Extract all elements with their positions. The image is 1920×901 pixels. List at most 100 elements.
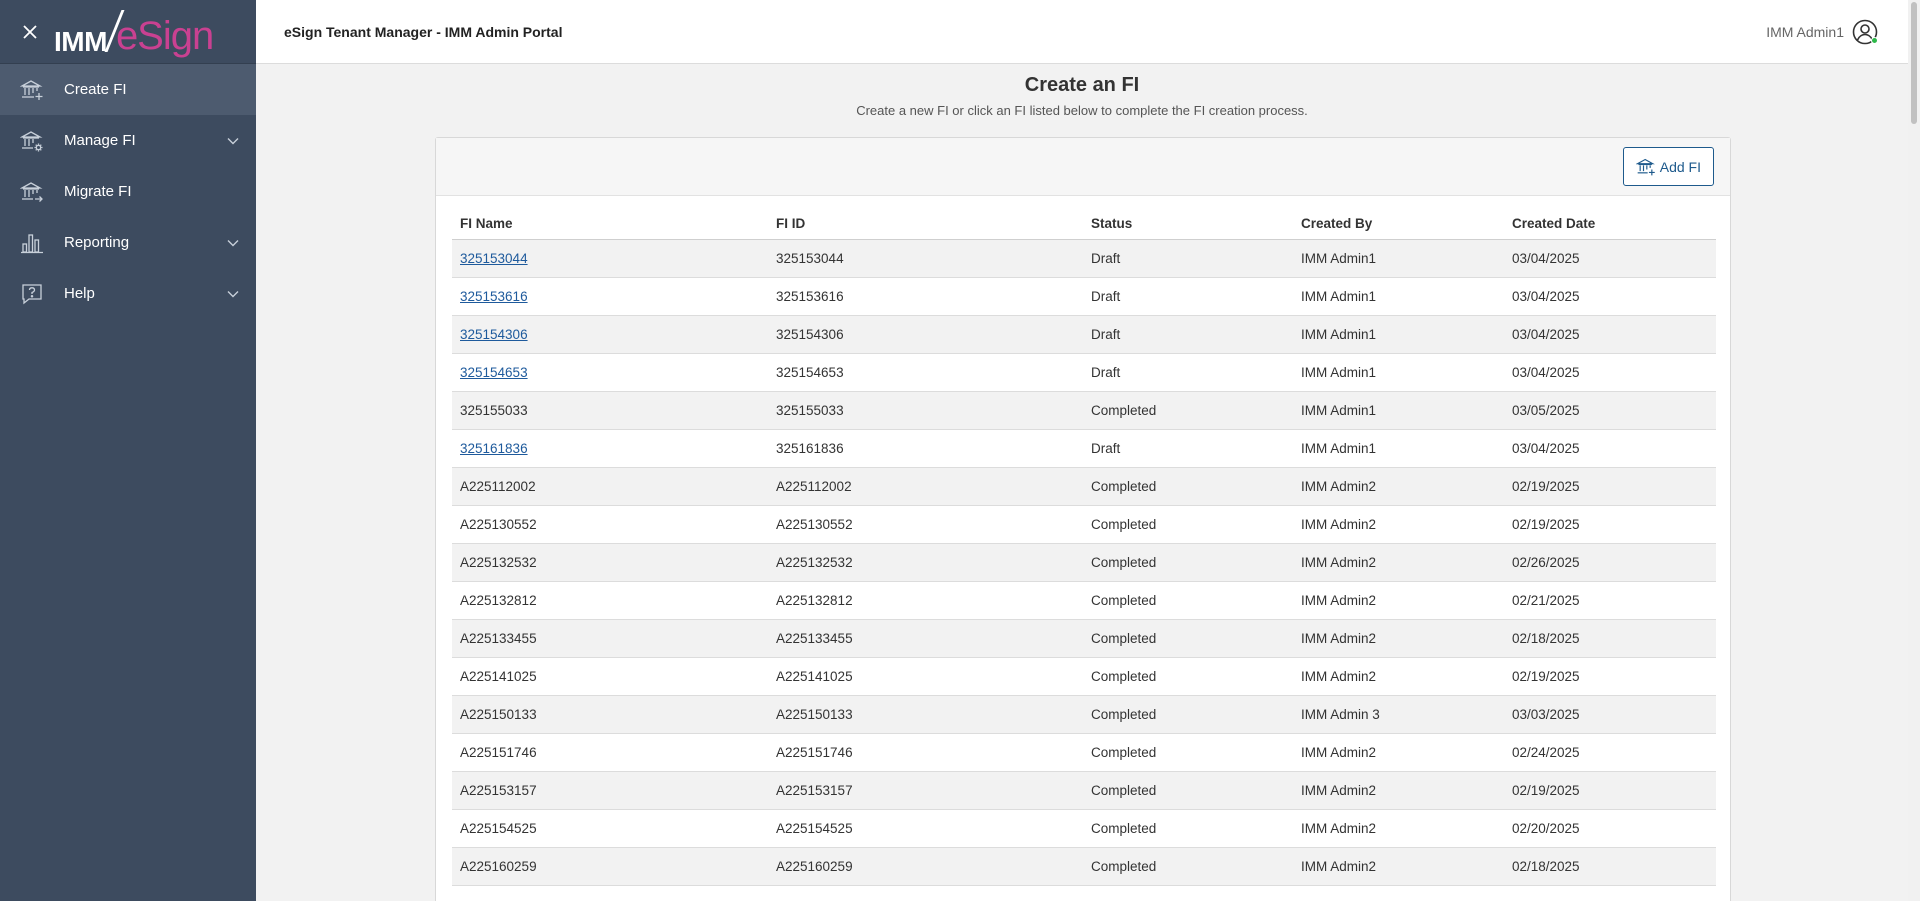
status-cell: Draft — [1083, 239, 1293, 278]
table-row[interactable]: 325161836 325161836 Draft IMM Admin1 03/04/2… — [452, 429, 1716, 468]
table-row[interactable]: 325154653 325154653 Draft IMM Admin1 03/04/2… — [452, 353, 1716, 392]
fi-id-cell: A225141025 — [768, 657, 1083, 696]
table-row: A225130552 A225130552 Completed IMM Admin2 0… — [452, 505, 1716, 544]
page-scrollbar[interactable] — [1908, 0, 1920, 901]
status-cell: Completed — [1083, 733, 1293, 772]
status-cell: Completed — [1083, 847, 1293, 886]
fi-id-cell: A225132812 — [768, 581, 1083, 620]
scrollbar-thumb[interactable] — [1911, 2, 1917, 124]
sidebar-header: IMM eSign — [0, 0, 256, 64]
created-date-cell: 03/04/2025 — [1504, 277, 1716, 316]
created-date-cell: 02/26/2025 — [1504, 543, 1716, 582]
fi-id-cell: A225130552 — [768, 505, 1083, 544]
close-icon — [23, 24, 37, 39]
fi-name-link[interactable]: 325154306 — [460, 327, 528, 342]
portal-title: eSign Tenant Manager - IMM Admin Portal — [284, 23, 563, 40]
sidebar: IMM eSign Create FI Manage FI Migrate FI… — [0, 0, 256, 901]
column-header-status[interactable]: Status — [1083, 208, 1293, 240]
chevron-down-icon — [226, 236, 240, 250]
table-header-row: FI Name FI ID Status Created By Created … — [452, 208, 1716, 240]
online-status-dot — [1871, 36, 1878, 44]
created-date-cell: 03/03/2025 — [1504, 695, 1716, 734]
fi-name-cell: A225151746 — [452, 733, 768, 772]
column-header-fi-name[interactable]: FI Name — [452, 208, 768, 240]
created-date-cell: 02/19/2025 — [1504, 657, 1716, 696]
user-avatar-icon — [1852, 19, 1878, 45]
created-by-cell: IMM Admin2 — [1293, 771, 1504, 810]
add-fi-button-label: Add FI — [1659, 158, 1701, 175]
created-date-cell: 02/18/2025 — [1504, 847, 1716, 886]
table-row: A225153157 A225153157 Completed IMM Admin2 0… — [452, 771, 1716, 810]
sidebar-item-create-fi[interactable]: Create FI — [0, 64, 256, 115]
status-cell: Draft — [1083, 315, 1293, 354]
user-menu[interactable]: IMM Admin1 — [1766, 19, 1878, 45]
add-fi-button[interactable]: Add FI — [1622, 147, 1714, 186]
status-cell: Completed — [1083, 771, 1293, 810]
fi-name-link[interactable]: 325153044 — [460, 251, 528, 266]
created-by-cell: IMM Admin1 — [1293, 277, 1504, 316]
bank-add-icon — [20, 78, 44, 102]
table-row: A225133455 A225133455 Completed IMM Admin2 0… — [452, 619, 1716, 658]
table-row: 325155033 325155033 Completed IMM Admin1 03/… — [452, 391, 1716, 430]
created-by-cell: IMM Admin2 — [1293, 543, 1504, 582]
fi-name-cell: A225132532 — [452, 543, 768, 582]
fi-name-cell: 325154653 — [452, 353, 768, 392]
fi-list-panel: Add FI FI Name FI ID Status Created By C… — [435, 137, 1731, 901]
page-subtitle: Create a new FI or click an FI listed be… — [856, 103, 1308, 118]
created-by-cell: IMM Admin2 — [1293, 505, 1504, 544]
status-cell: Draft — [1083, 429, 1293, 468]
created-by-cell: IMM Admin1 — [1293, 391, 1504, 430]
sidebar-item-reporting[interactable]: Reporting — [0, 217, 256, 268]
fi-name-cell: A225160259 — [452, 847, 768, 886]
created-by-cell: IMM Admin1 — [1293, 239, 1504, 278]
fi-name-cell: 325153616 — [452, 277, 768, 316]
fi-id-cell: 325153616 — [768, 277, 1083, 316]
fi-name-link[interactable]: 325161836 — [460, 441, 528, 456]
table-row: A225151746 A225151746 Completed IMM Admin2 0… — [452, 733, 1716, 772]
status-cell: Completed — [1083, 809, 1293, 848]
close-sidebar-button[interactable] — [20, 22, 40, 42]
table-row: A225154525 A225154525 Completed IMM Admin2 0… — [452, 809, 1716, 848]
table-row[interactable]: 325153616 325153616 Draft IMM Admin1 03/04/2… — [452, 277, 1716, 316]
logo-esign-text: eSign — [115, 13, 214, 58]
created-date-cell: 02/18/2025 — [1504, 619, 1716, 658]
table-row: A225141025 A225141025 Completed IMM Admin2 0… — [452, 657, 1716, 696]
sidebar-item-migrate-fi[interactable]: Migrate FI — [0, 166, 256, 217]
fi-id-cell: 325154306 — [768, 315, 1083, 354]
column-header-fi-id[interactable]: FI ID — [768, 208, 1083, 240]
main-content: Create an FI Create a new FI or click an… — [256, 64, 1908, 901]
table-row: A225132532 A225132532 Completed IMM Admin2 0… — [452, 543, 1716, 582]
fi-name-cell: A225153157 — [452, 771, 768, 810]
status-cell: Completed — [1083, 505, 1293, 544]
fi-table-body: 325153044 325153044 Draft IMM Admin1 03/04/2… — [452, 239, 1716, 886]
created-date-cell: 02/19/2025 — [1504, 505, 1716, 544]
created-by-cell: IMM Admin2 — [1293, 619, 1504, 658]
fi-name-cell: A225112002 — [452, 467, 768, 506]
sidebar-item-label: Manage FI — [64, 132, 136, 149]
table-row: A225132812 A225132812 Completed IMM Admin2 0… — [452, 581, 1716, 620]
fi-name-cell: A225150133 — [452, 695, 768, 734]
fi-name-cell: 325155033 — [452, 391, 768, 430]
sidebar-item-manage-fi[interactable]: Manage FI — [0, 115, 256, 166]
page-title: Create an FI — [1024, 74, 1140, 96]
status-cell: Completed — [1083, 695, 1293, 734]
table-row[interactable]: 325154306 325154306 Draft IMM Admin1 03/04/2… — [452, 315, 1716, 354]
status-cell: Completed — [1083, 657, 1293, 696]
sidebar-item-label: Migrate FI — [64, 183, 132, 200]
fi-id-cell: A225112002 — [768, 467, 1083, 506]
column-header-created-date[interactable]: Created Date — [1504, 208, 1716, 240]
column-header-created-by[interactable]: Created By — [1293, 208, 1504, 240]
logo-imm-text: IMM — [54, 25, 107, 57]
bank-add-icon — [1635, 157, 1656, 177]
created-by-cell: IMM Admin 3 — [1293, 695, 1504, 734]
status-cell: Completed — [1083, 467, 1293, 506]
sidebar-item-help[interactable]: Help — [0, 268, 256, 319]
fi-name-cell: 325161836 — [452, 429, 768, 468]
fi-id-cell: 325153044 — [768, 239, 1083, 278]
fi-id-cell: A225150133 — [768, 695, 1083, 734]
fi-name-link[interactable]: 325153616 — [460, 289, 528, 304]
fi-id-cell: A225151746 — [768, 733, 1083, 772]
table-row[interactable]: 325153044 325153044 Draft IMM Admin1 03/04/2… — [452, 239, 1716, 278]
fi-name-link[interactable]: 325154653 — [460, 365, 528, 380]
help-icon — [20, 282, 44, 306]
